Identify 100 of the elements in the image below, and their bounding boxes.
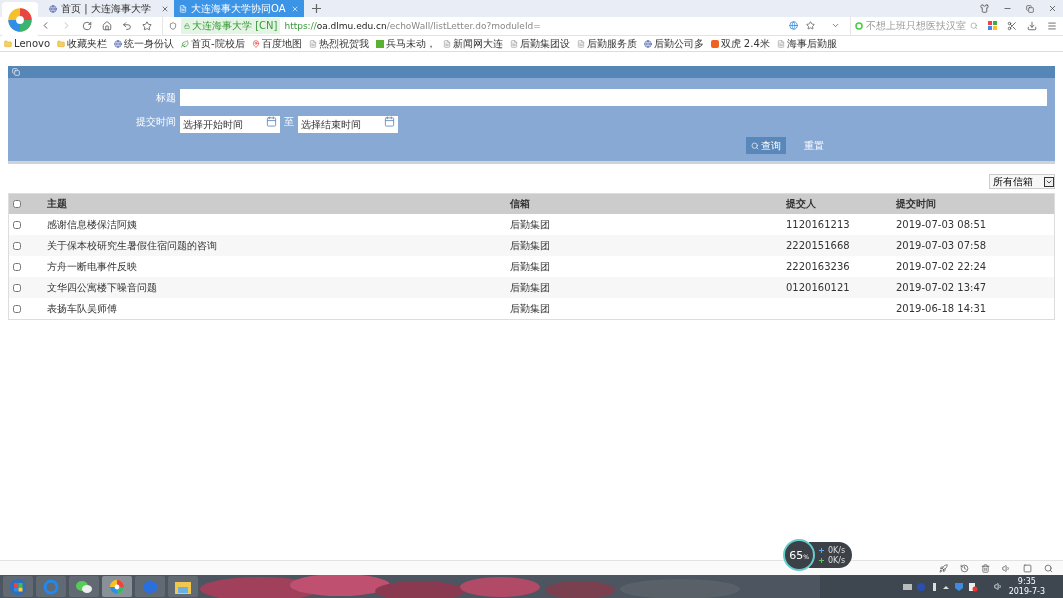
scissors-icon[interactable]: [1007, 20, 1017, 31]
select-all-checkbox[interactable]: [13, 200, 21, 208]
table-cell-text: 后勤集团: [510, 217, 551, 232]
search-icon: [750, 141, 759, 150]
window-icon[interactable]: [1023, 563, 1032, 573]
table-cell-text: 2220151668: [786, 240, 851, 251]
column-header: 提交人: [786, 197, 817, 211]
query-button[interactable]: 查询: [745, 137, 786, 154]
row-checkbox[interactable]: [13, 241, 21, 250]
speaker-icon[interactable]: [993, 582, 1003, 591]
table-cell-text: 0120160121: [786, 282, 851, 293]
pinwheel-icon: [109, 578, 125, 595]
star-icon[interactable]: [806, 21, 815, 30]
table-cell-text: 1120161213: [786, 219, 851, 230]
menu-icon[interactable]: [1047, 20, 1057, 31]
table-cell-text: 后勤集团: [510, 238, 551, 253]
grid-icon[interactable]: [988, 21, 997, 30]
row-checkbox[interactable]: [13, 262, 21, 271]
bookmark-link[interactable]: 首页-院校后: [181, 36, 245, 51]
leaf-icon: [181, 39, 190, 48]
table-cell-text: 2220163236: [786, 261, 851, 272]
close-icon[interactable]: [291, 4, 299, 13]
close-icon[interactable]: [1048, 4, 1057, 13]
table-cell-text: 后勤集团: [510, 301, 551, 316]
close-icon[interactable]: [161, 4, 169, 13]
calendar-icon[interactable]: [266, 116, 277, 127]
bookmark-link[interactable]: 百度地图: [251, 36, 302, 51]
taskbar-app-icon[interactable]: [168, 576, 198, 597]
tab-title: 大连海事大学协同OA: [191, 1, 287, 16]
taskbar-app-icon[interactable]: [69, 576, 99, 597]
row-checkbox[interactable]: [13, 283, 21, 292]
bookmark-link[interactable]: 兵马未动，: [375, 36, 436, 51]
bookmark-link[interactable]: 后勤服务质: [576, 36, 637, 51]
calendar-icon[interactable]: [384, 116, 395, 127]
subject-link[interactable]: 表扬车队吴师傅: [47, 301, 510, 316]
browser-tab[interactable]: 首页 | 大连海事大学: [44, 0, 174, 17]
globe-icon: [643, 39, 652, 48]
bookmark-link[interactable]: 热烈祝贺我: [308, 36, 369, 51]
bookmark-link[interactable]: Lenovo: [4, 38, 51, 49]
subject-link[interactable]: 文华四公寓楼下噪音问题: [47, 280, 510, 295]
speaker-icon[interactable]: [1002, 563, 1011, 573]
bookmark-link[interactable]: 统一身份认: [114, 36, 175, 51]
undo-icon[interactable]: [122, 20, 132, 31]
bookmark-link[interactable]: 后勤集团设: [509, 36, 570, 51]
skin-icon[interactable]: [980, 4, 989, 13]
download-speed: 0K/s: [828, 555, 846, 565]
restore-icon[interactable]: [1026, 4, 1034, 13]
page-icon: [509, 39, 518, 48]
taskbar-app-icon[interactable]: [102, 576, 132, 597]
title-field[interactable]: [180, 89, 1047, 106]
subject-link[interactable]: 感谢信息楼保洁阿姨: [47, 217, 510, 232]
clock[interactable]: 9:35 2019-7-3: [1008, 576, 1045, 597]
table-cell-text: 后勤集团: [510, 280, 551, 295]
star-icon[interactable]: [142, 20, 152, 31]
history-icon[interactable]: [960, 563, 969, 573]
trash-icon[interactable]: [981, 563, 990, 573]
upload-icon: [819, 547, 824, 553]
pinwheel-icon: [7, 7, 33, 33]
download-icon[interactable]: [1027, 20, 1037, 31]
chevron-down-icon[interactable]: [831, 21, 840, 30]
mailbox-select[interactable]: 所有信箱: [989, 174, 1055, 189]
search-icon[interactable]: [970, 21, 978, 30]
page-icon: [179, 4, 187, 13]
table-cell-text: 后勤集团: [510, 259, 551, 274]
address-field[interactable]: 大连海事大学 [CN] https://oa.dlmu.edu.cn/echoWall/listLetter.do?moduleId=: [162, 15, 821, 36]
select-value: 所有信箱: [993, 174, 1033, 189]
subject-link[interactable]: 关于保本校研究生暑假住宿问题的咨询: [47, 238, 510, 253]
download-icon: [819, 557, 824, 563]
table-cell-text: 2019-06-18 14:31: [896, 303, 988, 314]
bookmark-link[interactable]: 新闻网大连: [442, 36, 503, 51]
tab-title: 首页 | 大连海事大学: [61, 1, 152, 16]
page-icon: [576, 39, 585, 48]
field-label: 提交时间: [135, 114, 176, 129]
globe-icon[interactable]: [789, 21, 798, 30]
column-header: 主题: [47, 197, 68, 211]
page-icon: [308, 39, 317, 48]
column-header: 信箱: [510, 197, 531, 211]
end-date-field[interactable]: 选择结束时间: [298, 116, 398, 133]
bookmark-link[interactable]: 后勤公司多: [643, 36, 704, 51]
start-button[interactable]: [3, 576, 33, 597]
ring-icon: [855, 21, 863, 30]
plus-icon: [312, 4, 321, 13]
window-icon[interactable]: [12, 68, 20, 76]
site-badge: 大连海事大学 [CN]: [181, 17, 281, 34]
start-date-field[interactable]: 选择开始时间: [180, 116, 280, 133]
field-label: 标题: [155, 90, 176, 105]
square-icon: [710, 39, 719, 48]
pin-icon: [251, 39, 260, 48]
column-header: 提交时间: [896, 197, 937, 211]
bookmark-link[interactable]: 海事后勤服: [776, 36, 837, 51]
subject-link[interactable]: 方舟一断电事件反映: [47, 259, 510, 274]
rocket-icon[interactable]: [939, 563, 948, 573]
home-icon[interactable]: [102, 20, 112, 31]
search-icon[interactable]: [1044, 563, 1053, 573]
bookmark-link[interactable]: 双虎 2.4米: [710, 36, 770, 51]
reload-icon[interactable]: [82, 20, 92, 31]
folder-icon: [57, 39, 66, 48]
row-checkbox[interactable]: [13, 220, 21, 229]
bookmark-link[interactable]: 收藏夹栏: [57, 36, 108, 51]
row-checkbox[interactable]: [13, 304, 21, 313]
